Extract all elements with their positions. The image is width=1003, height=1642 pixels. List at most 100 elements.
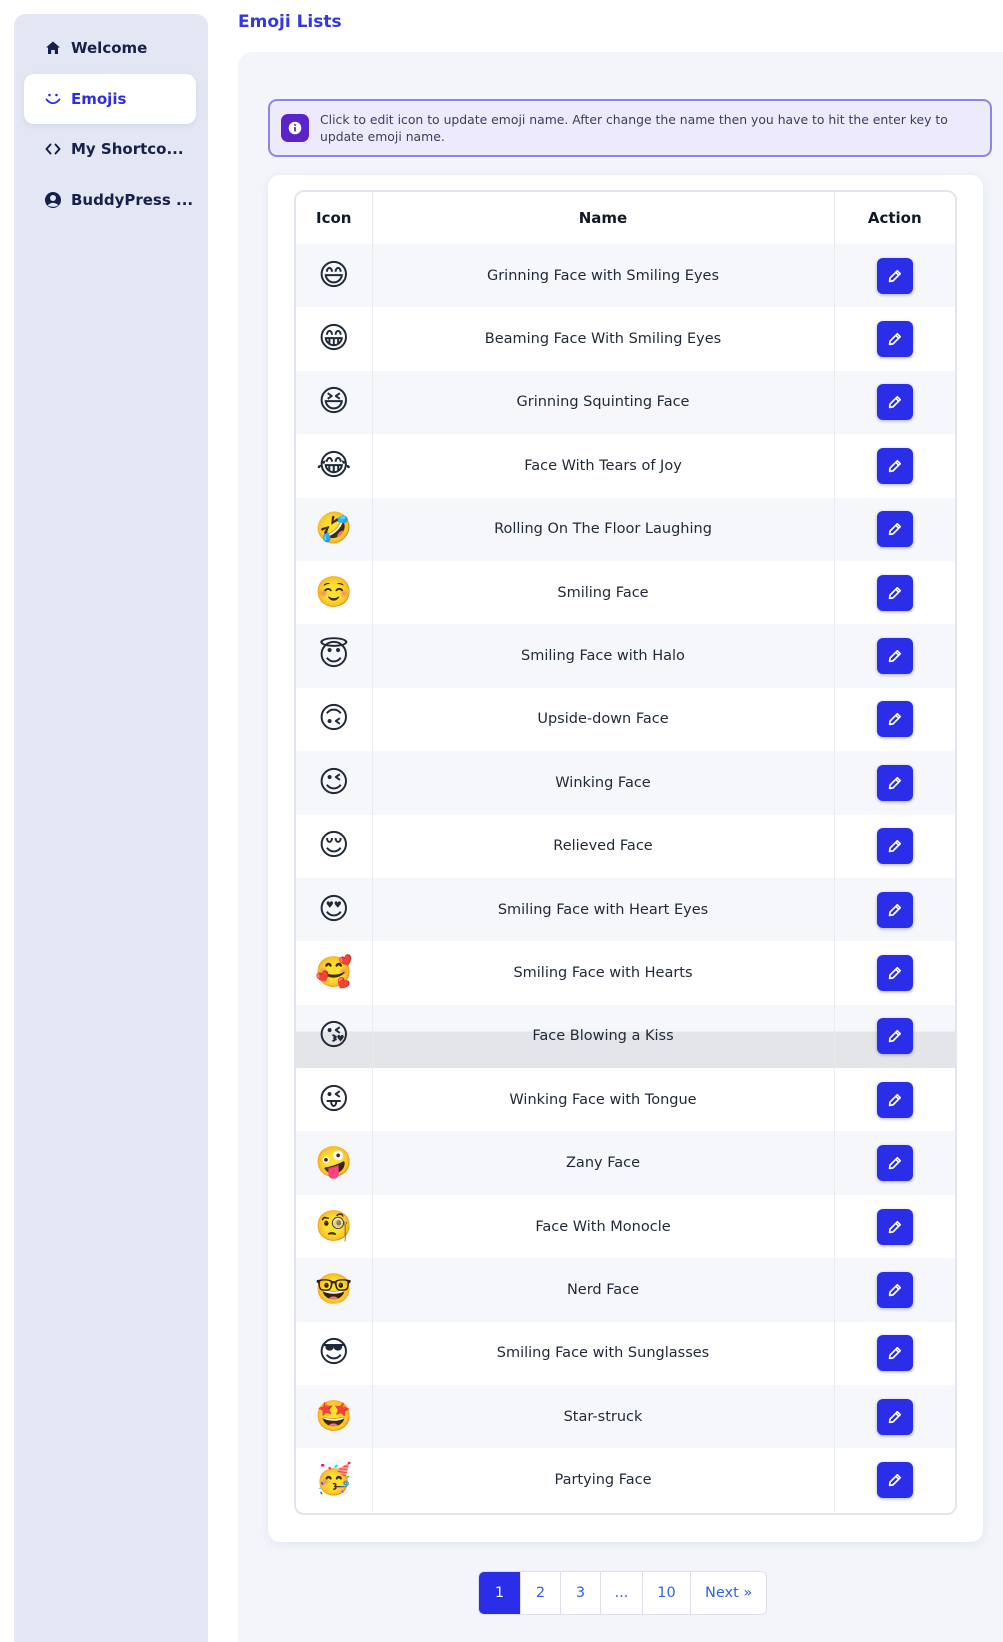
table-row: 😜 Winking Face with Tongue (296, 1068, 955, 1132)
action-cell (834, 1131, 955, 1195)
emoji-icon: 🧐 (315, 1208, 353, 1244)
edit-button[interactable] (876, 511, 913, 548)
emoji-icon: 😉 (318, 764, 350, 800)
column-header-action: Action (834, 192, 955, 244)
emoji-icon: 😘 (318, 1018, 350, 1054)
emoji-icon: 🤓 (315, 1271, 353, 1307)
table-row: 🥳 Partying Face (296, 1448, 955, 1512)
action-cell (834, 497, 955, 561)
emoji-icon-cell: 😁 (296, 307, 373, 371)
table-header-row: Icon Name Action (296, 192, 955, 244)
emoji-name: Smiling Face with Halo (372, 624, 835, 688)
emoji-icon-cell: 🥰 (296, 941, 373, 1005)
edit-button[interactable] (876, 447, 913, 484)
sidebar-item-emojis[interactable]: Emojis (24, 74, 196, 124)
column-header-name: Name (372, 192, 835, 244)
table-row: 🤪 Zany Face (296, 1131, 955, 1195)
pencil-icon (888, 396, 901, 409)
edit-button[interactable] (876, 1208, 913, 1245)
edit-button[interactable] (876, 321, 913, 358)
emoji-name: Beaming Face With Smiling Eyes (372, 307, 835, 371)
edit-button[interactable] (876, 1462, 913, 1499)
table-row: 🤩 Star-struck (296, 1385, 955, 1449)
table-row: 🤓 Nerd Face (296, 1258, 955, 1322)
edit-button[interactable] (876, 701, 913, 738)
pencil-icon (888, 713, 901, 726)
page-1-button[interactable]: 1 (479, 1572, 521, 1614)
edit-button[interactable] (876, 1145, 913, 1182)
edit-button[interactable] (876, 764, 913, 801)
emoji-name: Grinning Squinting Face (372, 370, 835, 435)
pencil-icon (888, 586, 901, 599)
emoji-icon: 😎 (318, 1335, 350, 1371)
page-title: Emoji Lists (238, 12, 342, 32)
table-row: 😍 Smiling Face with Heart Eyes (296, 877, 955, 942)
emoji-icon: 😂 (316, 447, 352, 483)
edit-button[interactable] (876, 257, 913, 294)
info-notice: Click to edit icon to update emoji name.… (268, 99, 992, 157)
sidebar: Welcome Emojis My Shortco... BuddyPress … (14, 14, 208, 1642)
sidebar-item-shortcodes[interactable]: My Shortco... (24, 124, 196, 174)
action-cell (834, 624, 955, 688)
action-cell (834, 877, 955, 942)
pencil-icon (888, 1093, 901, 1107)
pencil-icon (888, 1283, 901, 1297)
emoji-icon: 😜 (318, 1081, 350, 1117)
pencil-icon (888, 1410, 901, 1423)
edit-button[interactable] (876, 1081, 913, 1118)
sidebar-item-welcome[interactable]: Welcome (24, 23, 196, 73)
pencil-icon (888, 523, 901, 536)
user-circle-icon (44, 191, 62, 209)
code-icon (44, 140, 62, 158)
table-row: 😄 Grinning Face with Smiling Eyes (296, 244, 955, 308)
emoji-icon: 🤩 (315, 1398, 353, 1434)
edit-button[interactable] (876, 574, 913, 611)
table-row: 😆 Grinning Squinting Face (296, 370, 955, 435)
emoji-icon: 🥰 (315, 954, 353, 990)
emoji-name: Smiling Face with Sunglasses (372, 1321, 835, 1386)
emoji-icon: 🙃 (318, 701, 350, 737)
emoji-name: Nerd Face (372, 1258, 835, 1322)
emoji-icon-cell: 🤩 (296, 1385, 373, 1449)
edit-button[interactable] (876, 384, 913, 421)
sidebar-item-label: Welcome (71, 39, 148, 57)
edit-button[interactable] (876, 638, 913, 675)
pencil-icon (888, 269, 901, 282)
column-header-icon: Icon (296, 192, 373, 244)
emoji-icon-cell: 😂 (296, 434, 373, 498)
edit-button[interactable] (876, 954, 913, 991)
table-row: 🧐 Face With Monocle (296, 1194, 955, 1259)
table-row: 😌 Relieved Face (296, 814, 955, 878)
edit-button[interactable] (876, 891, 913, 928)
pencil-icon (888, 1347, 901, 1360)
emoji-name: Winking Face (372, 751, 835, 815)
sidebar-item-buddypress[interactable]: BuddyPress ... (24, 175, 196, 225)
edit-button[interactable] (876, 1398, 913, 1435)
edit-button[interactable] (876, 828, 913, 865)
action-cell (834, 814, 955, 878)
table-row: 🤣 Rolling On The Floor Laughing (296, 497, 955, 561)
sidebar-item-label: Emojis (71, 90, 127, 108)
next-page-button[interactable]: Next » (691, 1572, 766, 1614)
emoji-name: Star-struck (372, 1385, 835, 1449)
edit-button[interactable] (876, 1335, 913, 1372)
emoji-name: Smiling Face (372, 560, 835, 625)
pencil-icon (888, 903, 901, 916)
emoji-icon: 😄 (318, 257, 350, 293)
action-cell (834, 434, 955, 498)
page-3-button[interactable]: 3 (561, 1572, 601, 1614)
pencil-icon (888, 1157, 901, 1170)
action-cell (834, 1385, 955, 1449)
page-2-button[interactable]: 2 (521, 1572, 561, 1614)
edit-button[interactable] (876, 1018, 913, 1055)
emoji-icon-cell: 🤓 (296, 1258, 373, 1322)
table-row: 😉 Winking Face (296, 751, 955, 815)
smile-icon (44, 90, 62, 108)
action-cell (834, 751, 955, 815)
notice-text: Click to edit icon to update emoji name.… (320, 112, 948, 144)
pencil-icon (888, 1220, 901, 1233)
page-10-button[interactable]: 10 (643, 1572, 691, 1614)
edit-button[interactable] (876, 1271, 913, 1308)
emoji-icon: 🤪 (315, 1145, 353, 1181)
emoji-icon-cell: ☺️ (296, 560, 373, 625)
